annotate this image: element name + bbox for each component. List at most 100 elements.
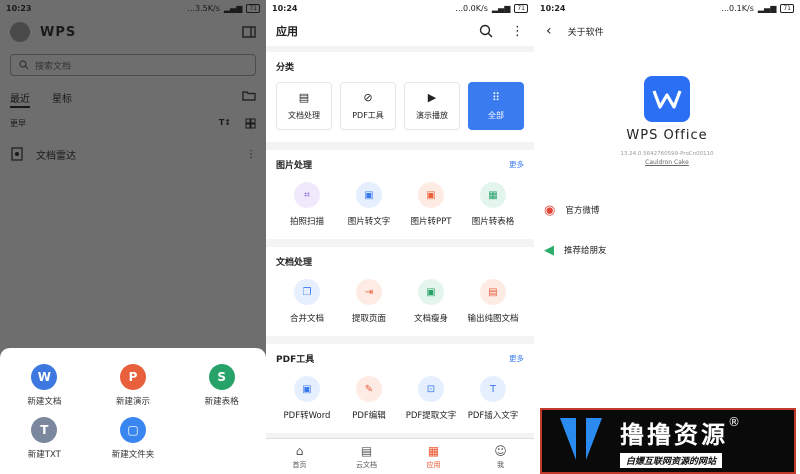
grid-view-icon[interactable] [245,118,256,129]
tab-icon: ▤ [360,443,373,458]
weibo-row[interactable]: ◉ 官方微博 [544,199,790,221]
status-bar: 10:24 ...0.1K/s ▂▄▆ 71 [534,0,800,16]
category-tile[interactable]: ⠿ 全部 [468,82,524,130]
signal-icon: ▂▄▆ [757,3,777,13]
new-item-icon: ▢ [119,417,146,443]
section-title: 文档处理 [276,257,313,268]
tool-icon: ▣ [294,376,320,402]
tool-icon: ▣ [356,182,382,208]
more-link[interactable]: 更多 [509,159,524,170]
radar-icon [11,147,23,161]
version-text: 13.24.0.5642760599-ProCn00110 [620,151,714,157]
tool-label: 拍照扫描 [289,217,324,227]
new-item-button[interactable]: S 新建表格 [177,364,266,407]
tool-button[interactable]: ▣ 文档瘦身 [400,279,462,324]
tool-label: 提取页面 [351,314,386,324]
battery-icon: 71 [246,3,260,13]
tool-icon: ▤ [480,279,506,305]
tool-icon: ▣ [418,182,444,208]
new-item-button[interactable]: ▢ 新建文件夹 [89,417,178,460]
new-item-label: 新建演示 [115,397,150,407]
app-name: WPS Office [626,128,708,143]
tool-icon: ⌗ [294,182,320,208]
new-item-icon: P [119,364,146,390]
tab-me[interactable]: ☺ 我 [467,439,534,474]
battery-icon: 71 [780,3,794,13]
about-panel: 10:24 ...0.1K/s ▂▄▆ 71 ‹ 关于软件 WPS Office 1… [534,0,800,474]
tab-recent[interactable]: 最近 [10,90,30,108]
group-label-earlier: 更早 [10,118,26,128]
ad-subtitle: 白嫖互联网资源的网站 [620,452,723,468]
tool-icon: ▣ [418,279,444,305]
search-placeholder: 搜索文档 [35,61,72,72]
tool-label: 输出纯图文档 [467,314,519,324]
tab-cloud-docs[interactable]: ▤ 云文档 [333,439,400,474]
avatar[interactable] [10,22,30,42]
tool-button[interactable]: T PDF插入文字 [462,376,524,421]
new-item-label: 新建TXT [27,450,61,460]
new-file-sheet: W 新建文档 P 新建演示 S 新建表格 T 新建TXT ▢ 新建文件夹 [0,348,266,474]
search-icon[interactable] [479,24,493,38]
tab-label: 我 [497,460,504,469]
category-tile[interactable]: ⊘ PDF工具 [340,82,396,130]
tool-button[interactable]: ▤ 输出纯图文档 [462,279,524,324]
back-arrow-icon[interactable]: ‹ [546,23,552,39]
sort-icon[interactable]: T↕ [219,118,231,129]
signal-icon: ▂▄▆ [223,3,243,13]
tool-button[interactable]: ⌗ 拍照扫描 [276,182,338,227]
new-item-icon: T [31,417,58,443]
share-icon: ◀ [544,242,554,258]
ad-title: 撸撸资源 [620,420,728,449]
tab-label: 应用 [426,460,441,469]
category-icon: ▤ [298,91,310,104]
tool-button[interactable]: ▣ 图片转文字 [338,182,400,227]
tool-button[interactable]: ⇥ 提取页面 [338,279,400,324]
status-bar: 10:24 ...0.0K/s ▂▄▆ 71 [266,0,534,16]
tool-button[interactable]: ▣ PDF转Word [276,376,338,421]
tool-button[interactable]: ▦ 图片转表格 [462,182,524,227]
wps-logo: WPS [40,24,77,40]
category-tile[interactable]: ▤ 文档处理 [276,82,332,130]
tool-button[interactable]: ✎ PDF编辑 [338,376,400,421]
status-speed: ...3.5K/s [187,3,220,13]
category-label: PDF工具 [352,111,384,120]
bottom-tab-bar: ⌂ 首页 ▤ 云文档 ▦ 应用 ☺ 我 [266,438,534,474]
tool-button[interactable]: ❐ 合并文档 [276,279,338,324]
new-item-button[interactable]: W 新建文档 [0,364,89,407]
category-icon: ⠿ [491,91,501,104]
tool-label: 合并文档 [289,314,324,324]
tool-label: PDF插入文字 [467,411,519,421]
tool-icon: T [480,376,506,402]
new-item-button[interactable]: P 新建演示 [89,364,178,407]
status-time: 10:24 [540,3,566,13]
weibo-icon: ◉ [544,202,556,218]
new-item-icon: S [208,364,235,390]
new-item-button[interactable]: T 新建TXT [0,417,89,460]
tab-apps[interactable]: ▦ 应用 [400,439,467,474]
tab-icon: ▦ [427,443,440,458]
folder-icon[interactable] [242,90,256,101]
search-input[interactable]: 搜索文档 [10,54,256,76]
section-title: PDF工具 [276,354,315,365]
category-tile[interactable]: ▶ 演示播放 [404,82,460,130]
tab-home[interactable]: ⌂ 首页 [266,439,333,474]
tool-label: 图片转PPT [410,217,452,227]
doc-radar-label: 文档雷达 [36,150,76,162]
tab-starred[interactable]: 星标 [52,90,72,112]
list-item-doc-radar[interactable]: 文档雷达 ⋮ [0,134,266,174]
share-row[interactable]: ◀ 推荐给朋友 [544,239,790,261]
sidebar-toggle-icon[interactable] [242,26,256,38]
tool-button[interactable]: ⊡ PDF提取文字 [400,376,462,421]
status-time: 10:23 [6,3,32,13]
tool-button[interactable]: ▣ 图片转PPT [400,182,462,227]
more-vertical-icon[interactable]: ⋮ [246,149,256,160]
section-title: 图片处理 [276,160,313,171]
more-vertical-icon[interactable]: ⋮ [511,24,524,39]
new-item-label: 新建文档 [27,397,62,407]
tool-icon: ✎ [356,376,382,402]
tool-section: 文档处理 ❐ 合并文档 ⇥ 提取页面 ▣ 文档瘦身 ▤ 输出纯图文档 [266,247,534,336]
category-label: 文档处理 [288,111,320,120]
more-link[interactable]: 更多 [509,353,524,364]
category-label: 全部 [488,111,504,120]
cauldron-cake-link[interactable]: Cauldron Cake [534,159,800,166]
